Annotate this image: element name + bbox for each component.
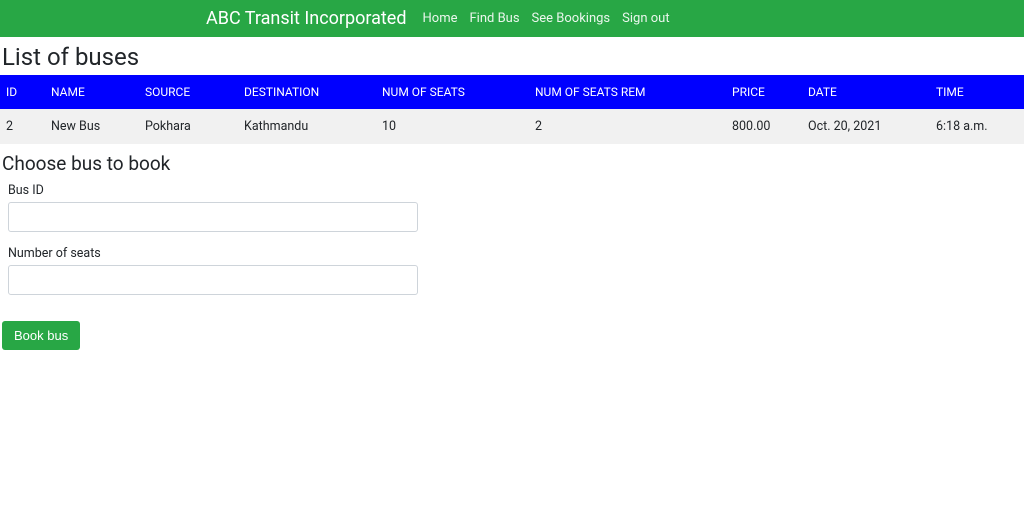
booking-form: Bus ID Number of seats — [0, 183, 1024, 295]
td-price: 800.00 — [726, 109, 802, 144]
nav-home[interactable]: Home — [423, 11, 458, 26]
td-destination: Kathmandu — [238, 109, 376, 144]
form-group-numseats: Number of seats — [8, 246, 1016, 295]
nav-seebookings[interactable]: See Bookings — [532, 11, 611, 26]
bus-id-label: Bus ID — [8, 183, 1016, 198]
nav-findbus[interactable]: Find Bus — [469, 11, 519, 26]
num-seats-input[interactable] — [8, 265, 418, 295]
bus-table: ID NAME SOURCE DESTINATION NUM OF SEATS … — [0, 75, 1024, 144]
navbar-inner: ABC Transit Incorporated Home Find Bus S… — [206, 8, 670, 29]
th-price: PRICE — [726, 75, 802, 109]
td-num-seats: 10 — [376, 109, 529, 144]
page-title: List of buses — [2, 43, 1024, 71]
th-date: DATE — [802, 75, 930, 109]
th-destination: DESTINATION — [238, 75, 376, 109]
td-num-seats-rem: 2 — [529, 109, 726, 144]
th-source: SOURCE — [139, 75, 238, 109]
bus-id-input[interactable] — [8, 202, 418, 232]
num-seats-label: Number of seats — [8, 246, 1016, 261]
td-time: 6:18 a.m. — [930, 109, 1024, 144]
form-group-busid: Bus ID — [8, 183, 1016, 232]
nav-signout[interactable]: Sign out — [622, 11, 669, 26]
table-row: 2 New Bus Pokhara Kathmandu 10 2 800.00 … — [0, 109, 1024, 144]
navbar: ABC Transit Incorporated Home Find Bus S… — [0, 0, 1024, 37]
td-date: Oct. 20, 2021 — [802, 109, 930, 144]
th-time: TIME — [930, 75, 1024, 109]
td-id: 2 — [0, 109, 45, 144]
th-id: ID — [0, 75, 45, 109]
td-name: New Bus — [45, 109, 139, 144]
brand-link[interactable]: ABC Transit Incorporated — [206, 8, 407, 29]
th-num-seats-rem: NUM OF SEATS REM — [529, 75, 726, 109]
book-bus-button[interactable]: Book bus — [2, 321, 80, 350]
th-name: NAME — [45, 75, 139, 109]
table-header-row: ID NAME SOURCE DESTINATION NUM OF SEATS … — [0, 75, 1024, 109]
td-source: Pokhara — [139, 109, 238, 144]
choose-title: Choose bus to book — [2, 152, 1024, 175]
nav-links: Home Find Bus See Bookings Sign out — [423, 11, 670, 26]
th-num-seats: NUM OF SEATS — [376, 75, 529, 109]
